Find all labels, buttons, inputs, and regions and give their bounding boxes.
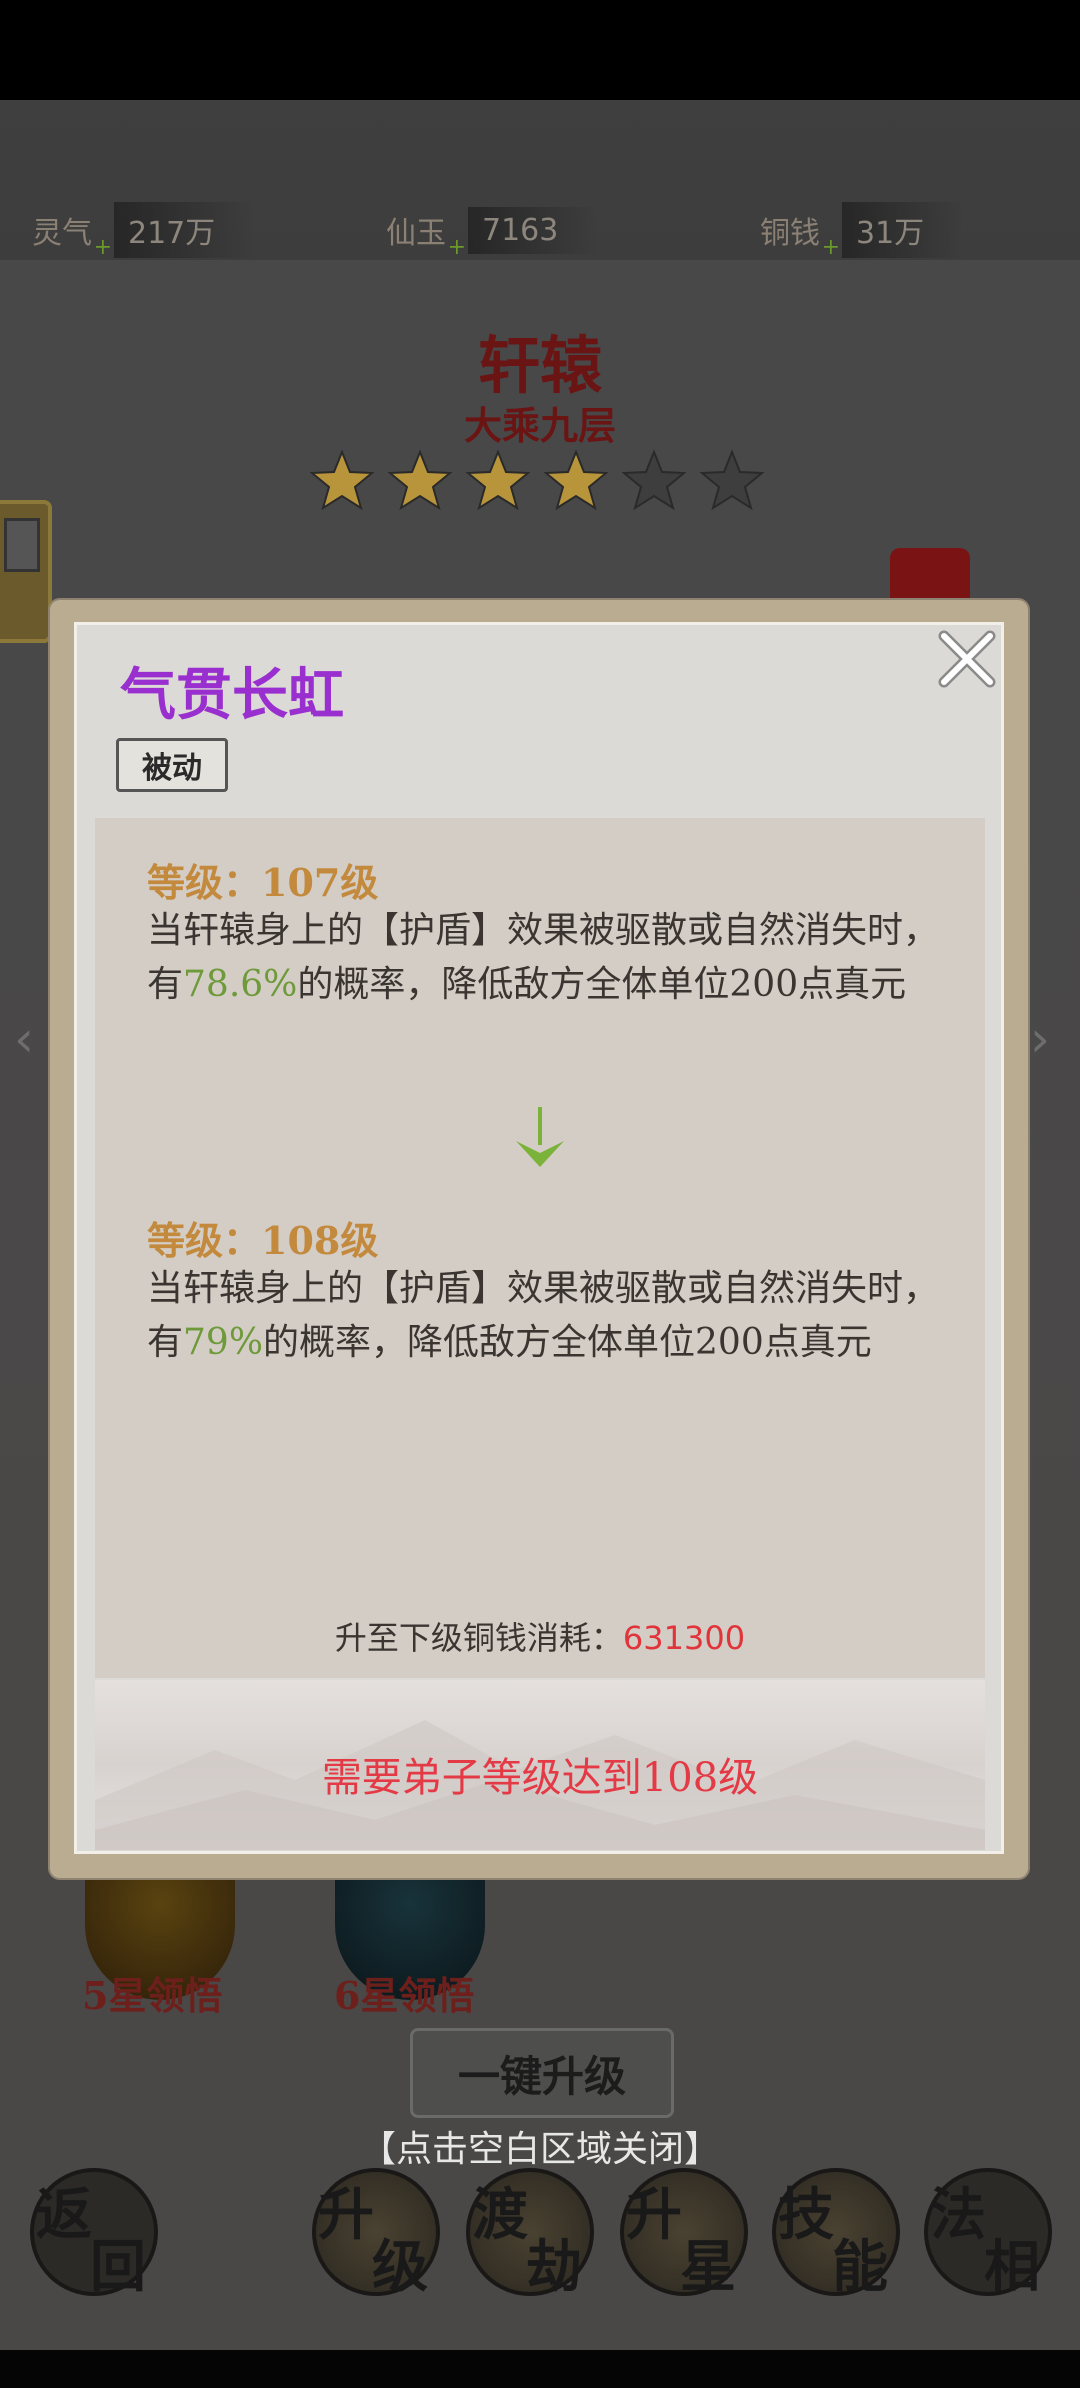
nav-tribulation-button[interactable]: 渡 劫: [466, 2168, 594, 2300]
arrow-down-icon: [512, 1105, 568, 1171]
star-filled-icon: [466, 449, 530, 511]
close-icon[interactable]: [936, 628, 998, 690]
plus-icon[interactable]: +: [94, 235, 112, 260]
nav-dharma-button[interactable]: 法 相: [924, 2168, 1052, 2300]
hero-realm: 大乘九层: [463, 403, 616, 448]
resource-lingqi[interactable]: 灵气 + 217万: [32, 200, 256, 260]
close-hint: 【点击空白区域关闭】: [359, 2129, 720, 2170]
star-filled-icon: [544, 449, 608, 511]
current-level-label: 等级：107级: [147, 860, 379, 905]
skill-title: 气贯长虹: [120, 662, 344, 728]
next-level-label: 等级：108级: [147, 1218, 379, 1263]
nav-star-button[interactable]: 升 星: [620, 2168, 748, 2300]
plus-icon[interactable]: +: [448, 235, 466, 260]
skill-type-badge: 被动: [116, 738, 228, 792]
next-chance: 79%: [183, 1322, 264, 1363]
side-widget[interactable]: [0, 500, 52, 643]
resource-name: 灵气 +: [32, 216, 112, 260]
nav-upgrade-button[interactable]: 升 级: [312, 2168, 440, 2300]
navigation-bar: [0, 2350, 1080, 2388]
status-bar: [0, 0, 1080, 100]
resource-tongqian[interactable]: 铜钱 + 31万: [760, 200, 965, 260]
nav-skill-button[interactable]: 技 能: [772, 2168, 900, 2300]
star-filled-icon: [388, 449, 452, 511]
back-button[interactable]: 返 回: [30, 2168, 158, 2300]
chevron-left-icon[interactable]: ‹: [14, 1010, 34, 1068]
resource-name: 仙玉 +: [386, 216, 466, 260]
orb-label-5star: 5星领悟: [82, 1973, 223, 2018]
upgrade-all-button[interactable]: 一键升级: [410, 2028, 674, 2118]
star-rating: [310, 448, 770, 518]
resource-value: 217万: [114, 202, 256, 258]
star-filled-icon: [310, 449, 374, 511]
resource-xianyu[interactable]: 仙玉 + 7163: [386, 200, 599, 260]
upgrade-cost: 升至下级铜钱消耗：631300: [334, 1619, 746, 1657]
level-requirement: 需要弟子等级达到108级: [321, 1755, 759, 1801]
seal-icon[interactable]: [890, 548, 970, 608]
current-chance: 78.6%: [183, 964, 298, 1005]
hero-name: 轩辕: [477, 329, 602, 402]
orb-label-6star: 6星领悟: [334, 1973, 475, 2018]
star-empty-icon: [622, 449, 686, 511]
star-empty-icon: [700, 449, 764, 511]
current-level-description: 当轩辕身上的【护盾】效果被驱散或自然消失时，有78.6%的概率，降低敌方全体单位…: [147, 910, 940, 1005]
plus-icon[interactable]: +: [822, 235, 840, 260]
resource-value: 7163: [468, 206, 599, 254]
resource-name: 铜钱 +: [760, 216, 840, 260]
next-level-description: 当轩辕身上的【护盾】效果被驱散或自然消失时，有79%的概率，降低敌方全体单位20…: [147, 1268, 940, 1363]
resource-value: 31万: [842, 202, 965, 258]
upgrade-cost-value: 631300: [622, 1619, 746, 1657]
chevron-right-icon[interactable]: ›: [1030, 1010, 1050, 1068]
